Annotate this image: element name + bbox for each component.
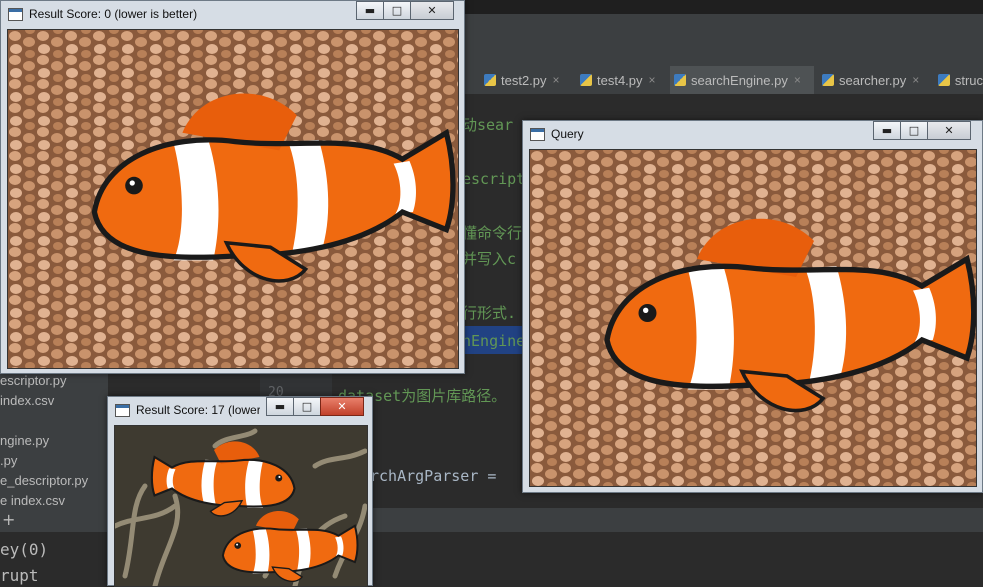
tab-label: test2.py [501,72,547,88]
window-icon [8,7,23,21]
clownfish-image [530,150,976,486]
maximize-button[interactable]: □ [293,397,321,416]
result-window-score-17[interactable]: Result Score: 17 (lower is better) ▬ □ ✕ [107,396,373,587]
project-file[interactable]: index.csv [0,393,54,408]
tab-struc[interactable]: struc [934,66,983,94]
query-window[interactable]: Query ▬ □ ✕ [522,120,983,493]
project-file[interactable]: e_descriptor.py [0,473,88,488]
tab-searcher[interactable]: searcher.py × [818,66,926,94]
result-window-score-0[interactable]: Result Score: 0 (lower is better) ▬ □ ✕ [0,0,465,374]
clownfish-pair-image [115,426,367,586]
python-file-icon [822,74,834,86]
editor-tab-bar: test2.py × test4.py × searchEngine.py × … [458,66,983,95]
result-image [114,425,368,587]
window-icon [530,127,545,141]
tab-label: struc [954,72,983,88]
code-line: hEngine [462,332,526,350]
tab-close-icon[interactable]: × [794,73,801,87]
python-file-icon [674,74,686,86]
tab-test4[interactable]: test4.py × [576,66,664,94]
window-title: Result Score: 17 (lower is better) [136,403,260,417]
tab-searchengine[interactable]: searchEngine.py × [670,66,814,94]
tab-label: searchEngine.py [691,72,788,88]
project-file[interactable]: e index.csv [0,493,65,508]
window-icon [115,403,130,417]
minimize-button[interactable]: ▬ [266,397,294,416]
tab-label: searcher.py [839,72,907,88]
python-file-icon [580,74,592,86]
window-title: Result Score: 0 (lower is better) [29,7,198,21]
tab-close-icon[interactable]: × [553,73,560,87]
project-panel: escriptor.py index.csv ngine.py .py e_de… [0,366,108,511]
window-controls: ▬ □ ✕ [266,397,364,416]
clownfish-image [8,30,458,368]
python-file-icon [938,74,950,86]
code-line: 行形式. [462,304,517,322]
console-line: rupt [0,566,39,585]
minimize-button[interactable]: ▬ [356,1,384,20]
close-button[interactable]: ✕ [927,121,971,140]
maximize-button[interactable]: □ [900,121,928,140]
maximize-button[interactable]: □ [383,1,411,20]
project-file[interactable]: escriptor.py [0,373,66,388]
tab-close-icon[interactable]: × [649,73,656,87]
tab-test2[interactable]: test2.py × [480,66,570,94]
tab-label: test4.py [597,72,643,88]
query-image [529,149,977,487]
project-file[interactable]: .py [0,453,17,468]
minimize-button[interactable]: ▬ [873,121,901,140]
code-line: rchArgParser = [370,467,497,485]
project-file[interactable]: ngine.py [0,433,49,448]
console-line: ey(0) [0,540,49,559]
window-title: Query [551,127,584,141]
close-button[interactable]: ✕ [320,397,364,416]
python-file-icon [484,74,496,86]
close-button[interactable]: ✕ [410,1,454,20]
code-line: 懂命令行 [462,224,523,242]
window-controls: ▬ □ ✕ [873,121,971,140]
code-line: 动sear [462,116,514,134]
code-line: 并写入c [462,250,517,268]
result-image [7,29,459,369]
tab-close-icon[interactable]: × [912,73,919,87]
add-icon[interactable]: + [2,510,15,529]
window-controls: ▬ □ ✕ [356,1,454,20]
